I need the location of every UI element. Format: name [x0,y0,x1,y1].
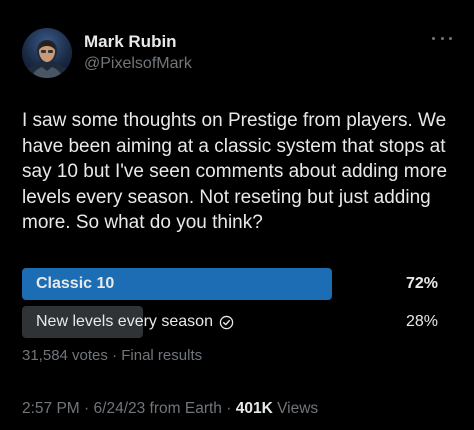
person-avatar-icon [26,40,68,78]
tweet-footer: 2:57 PM · 6/24/23 from Earth · 401K View… [22,400,318,418]
vote-count: 31,584 votes [22,347,108,364]
separator: · [112,347,118,364]
avatar[interactable] [22,28,72,78]
tweet-date[interactable]: 6/24/23 from Earth [94,400,222,417]
separator: · [226,400,232,417]
poll-option-label: Classic 10 [36,275,115,292]
dot [432,36,435,40]
poll-option-classic-10: Classic 10 72% [22,268,452,300]
dot [449,36,452,40]
more-horizontal-icon[interactable] [432,32,452,44]
poll-option-new-levels: New levels every season 28% [22,306,452,338]
poll-option-percent: 72% [405,275,438,292]
tweet-text: I saw some thoughts on Prestige from pla… [22,110,448,233]
author-name[interactable]: Mark Rubin [84,32,177,52]
tweet-time[interactable]: 2:57 PM [22,400,80,417]
views-count: 401K [235,400,273,417]
poll-status: Final results [121,347,203,364]
separator: · [84,400,90,417]
poll-option-label: New levels every season [36,313,213,330]
dot [440,36,444,40]
check-circle-icon [219,315,234,329]
author-handle[interactable]: @PixelsofMark [84,55,192,73]
poll-option-percent: 28% [405,313,438,330]
poll-meta: 31,584 votes · Final results [22,347,202,364]
views-label: Views [277,400,319,417]
